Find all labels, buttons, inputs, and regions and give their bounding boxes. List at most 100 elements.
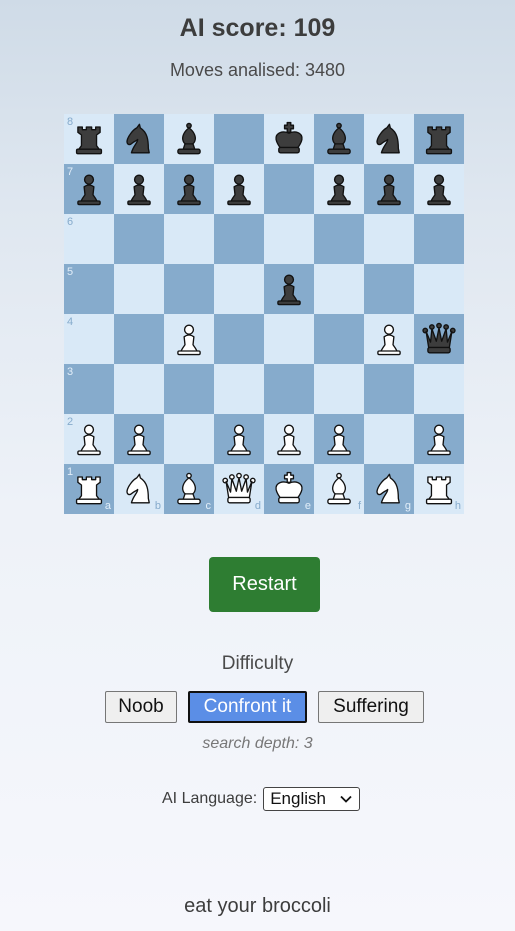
white-king-icon[interactable]: [269, 469, 309, 509]
square-a7[interactable]: 7: [64, 164, 114, 214]
white-pawn-icon[interactable]: [269, 419, 309, 459]
square-e4[interactable]: [264, 314, 314, 364]
square-g5[interactable]: [364, 264, 414, 314]
square-h6[interactable]: [414, 214, 464, 264]
black-pawn-icon[interactable]: [269, 269, 309, 309]
square-g3[interactable]: [364, 364, 414, 414]
white-pawn-icon[interactable]: [319, 419, 359, 459]
square-a6[interactable]: 6: [64, 214, 114, 264]
square-h2[interactable]: [414, 414, 464, 464]
square-b6[interactable]: [114, 214, 164, 264]
square-b5[interactable]: [114, 264, 164, 314]
square-d6[interactable]: [214, 214, 264, 264]
square-a8[interactable]: 8: [64, 114, 114, 164]
black-bishop-icon[interactable]: [169, 119, 209, 159]
square-e8[interactable]: [264, 114, 314, 164]
square-d5[interactable]: [214, 264, 264, 314]
square-c1[interactable]: c: [164, 464, 214, 514]
square-e6[interactable]: [264, 214, 314, 264]
square-c4[interactable]: [164, 314, 214, 364]
black-queen-icon[interactable]: [419, 319, 459, 359]
difficulty-noob-button[interactable]: Noob: [105, 691, 177, 723]
square-h1[interactable]: h: [414, 464, 464, 514]
square-f8[interactable]: [314, 114, 364, 164]
square-b8[interactable]: [114, 114, 164, 164]
white-bishop-icon[interactable]: [169, 469, 209, 509]
square-b7[interactable]: [114, 164, 164, 214]
white-rook-icon[interactable]: [419, 469, 459, 509]
square-f2[interactable]: [314, 414, 364, 464]
black-pawn-icon[interactable]: [219, 169, 259, 209]
square-h4[interactable]: [414, 314, 464, 364]
square-f6[interactable]: [314, 214, 364, 264]
square-a4[interactable]: 4: [64, 314, 114, 364]
square-g6[interactable]: [364, 214, 414, 264]
square-f7[interactable]: [314, 164, 364, 214]
square-f4[interactable]: [314, 314, 364, 364]
ai-language-select[interactable]: English: [263, 787, 361, 811]
black-king-icon[interactable]: [269, 119, 309, 159]
white-pawn-icon[interactable]: [419, 419, 459, 459]
black-rook-icon[interactable]: [419, 119, 459, 159]
square-b1[interactable]: b: [114, 464, 164, 514]
chess-board[interactable]: 87654321abcdefgh: [64, 114, 464, 514]
square-g7[interactable]: [364, 164, 414, 214]
black-rook-icon[interactable]: [69, 119, 109, 159]
black-pawn-icon[interactable]: [169, 169, 209, 209]
white-pawn-icon[interactable]: [119, 419, 159, 459]
square-e2[interactable]: [264, 414, 314, 464]
black-knight-icon[interactable]: [369, 119, 409, 159]
square-f3[interactable]: [314, 364, 364, 414]
square-g4[interactable]: [364, 314, 414, 364]
black-knight-icon[interactable]: [119, 119, 159, 159]
white-knight-icon[interactable]: [119, 469, 159, 509]
square-e1[interactable]: e: [264, 464, 314, 514]
black-pawn-icon[interactable]: [119, 169, 159, 209]
square-d2[interactable]: [214, 414, 264, 464]
difficulty-confront-it-button[interactable]: Confront it: [188, 691, 307, 723]
square-e7[interactable]: [264, 164, 314, 214]
black-pawn-icon[interactable]: [69, 169, 109, 209]
square-d3[interactable]: [214, 364, 264, 414]
square-h5[interactable]: [414, 264, 464, 314]
square-c6[interactable]: [164, 214, 214, 264]
square-h8[interactable]: [414, 114, 464, 164]
square-d1[interactable]: d: [214, 464, 264, 514]
square-a5[interactable]: 5: [64, 264, 114, 314]
white-rook-icon[interactable]: [69, 469, 109, 509]
square-f1[interactable]: f: [314, 464, 364, 514]
square-a3[interactable]: 3: [64, 364, 114, 414]
black-pawn-icon[interactable]: [369, 169, 409, 209]
square-f5[interactable]: [314, 264, 364, 314]
square-d7[interactable]: [214, 164, 264, 214]
square-h7[interactable]: [414, 164, 464, 214]
square-g1[interactable]: g: [364, 464, 414, 514]
square-b4[interactable]: [114, 314, 164, 364]
white-pawn-icon[interactable]: [219, 419, 259, 459]
restart-button[interactable]: Restart: [209, 557, 320, 612]
square-c7[interactable]: [164, 164, 214, 214]
square-h3[interactable]: [414, 364, 464, 414]
square-e5[interactable]: [264, 264, 314, 314]
white-pawn-icon[interactable]: [69, 419, 109, 459]
black-pawn-icon[interactable]: [419, 169, 459, 209]
square-d8[interactable]: [214, 114, 264, 164]
square-a2[interactable]: 2: [64, 414, 114, 464]
square-c3[interactable]: [164, 364, 214, 414]
square-g8[interactable]: [364, 114, 414, 164]
square-b2[interactable]: [114, 414, 164, 464]
square-e3[interactable]: [264, 364, 314, 414]
square-a1[interactable]: 1a: [64, 464, 114, 514]
difficulty-suffering-button[interactable]: Suffering: [318, 691, 424, 723]
square-c8[interactable]: [164, 114, 214, 164]
black-bishop-icon[interactable]: [319, 119, 359, 159]
square-g2[interactable]: [364, 414, 414, 464]
white-queen-icon[interactable]: [219, 469, 259, 509]
white-bishop-icon[interactable]: [319, 469, 359, 509]
square-b3[interactable]: [114, 364, 164, 414]
black-pawn-icon[interactable]: [319, 169, 359, 209]
square-c5[interactable]: [164, 264, 214, 314]
white-pawn-icon[interactable]: [169, 319, 209, 359]
square-d4[interactable]: [214, 314, 264, 364]
white-knight-icon[interactable]: [369, 469, 409, 509]
